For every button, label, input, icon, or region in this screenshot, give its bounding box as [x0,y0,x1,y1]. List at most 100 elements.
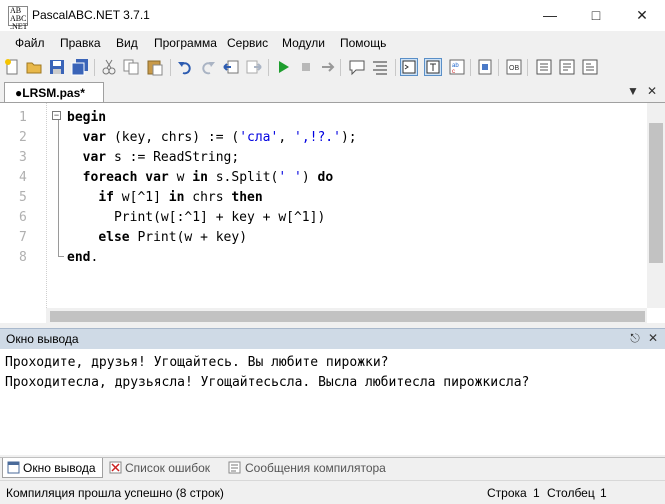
code-editor[interactable]: 1 2 3 4 5 6 7 8 − begin var (key, chrs) … [0,103,665,325]
tab-compiler-messages[interactable]: Сообщения компилятора [224,458,400,478]
code-text: Print(w + key) [129,230,248,245]
redo-icon[interactable] [199,58,217,76]
cut-icon[interactable] [100,58,118,76]
properties-icon[interactable] [476,58,494,76]
app-logo-icon: AB ABC .NET [8,6,28,31]
tab-close-icon[interactable]: ✕ [645,84,659,98]
code-keyword: var [82,150,107,165]
run-icon[interactable] [274,58,292,76]
window-title: PascalABC.NET 3.7.1 [32,8,150,22]
code-text: ) [301,170,318,185]
line-number-gutter: 1 2 3 4 5 6 7 8 [0,103,46,308]
output-line: Проходите, друзья! Угощайтесь. Вы любите… [5,355,389,370]
comment-icon[interactable] [348,58,366,76]
line-number: 7 [19,230,27,245]
status-bar: Компиляция прошла успешно (8 строк) Стро… [0,480,665,504]
panel-close-icon[interactable]: ✕ [646,331,660,345]
menu-view[interactable]: Вид [116,36,138,50]
toolbar: ab c OB [0,55,665,80]
code-keyword: var [145,170,169,185]
code-keyword: foreach [82,170,138,185]
tab-output-window[interactable]: Окно вывода [2,458,103,478]
pin-icon[interactable]: ⎋ [628,331,642,345]
code-line: var (key, chrs) := ('сла', ',!?.'); [67,130,357,145]
line-number: 8 [19,250,27,265]
toolbar-separator [527,59,528,76]
menu-program[interactable]: Программа [154,36,217,50]
code-string: 'сла' [239,130,279,145]
menu-edit[interactable]: Правка [60,36,101,50]
toolbar-separator [268,59,269,76]
status-message: Компиляция прошла успешно (8 строк) [6,486,224,500]
cursor-column-label: Столбец [547,486,595,500]
error-list-icon [109,461,122,474]
debug-step-into-icon[interactable] [535,58,553,76]
cursor-row-value: 1 [533,486,540,500]
fold-guide [58,120,59,257]
line-number: 3 [19,150,27,165]
close-button[interactable]: ✕ [619,0,665,31]
horizontal-scroll-thumb[interactable] [50,311,645,322]
compiler-messages-icon [228,461,241,474]
cursor-column-value: 1 [600,486,607,500]
new-file-icon[interactable] [3,58,21,76]
code-keyword: in [192,170,208,185]
output-window-icon [7,461,20,474]
tab-output-window-label: Окно вывода [23,461,96,475]
code-line: begin [67,110,106,125]
file-tab-strip: ●LRSM.pas* ▼ ✕ [0,82,665,103]
tab-error-list[interactable]: Список ошибок [106,458,221,478]
paste-icon[interactable] [146,58,164,76]
code-template-icon[interactable]: OB [505,58,523,76]
minimize-button[interactable]: — [527,0,573,31]
tab-list-dropdown-icon[interactable]: ▼ [626,84,640,98]
open-icon[interactable] [25,58,43,76]
menu-modules[interactable]: Модули [282,36,325,50]
copy-icon[interactable] [122,58,140,76]
code-keyword: else [98,230,130,245]
undo-icon[interactable] [176,58,194,76]
output-panel-title: Окно вывода [6,332,79,346]
code-line: if w[^1] in chrs then [67,190,263,205]
console-window-icon[interactable] [400,58,418,76]
check-icon[interactable]: ab c [448,58,466,76]
output-window[interactable]: Проходите, друзья! Угощайтесь. Вы любите… [0,349,665,455]
tab-compiler-messages-label: Сообщения компилятора [245,461,386,475]
save-icon[interactable] [48,58,66,76]
fold-collapse-icon[interactable]: − [52,111,61,120]
navigate-back-icon[interactable] [222,58,240,76]
code-line: Print(w[:^1] + key + w[^1]) [67,210,325,225]
file-tab-label: ●LRSM.pas* [15,86,85,100]
debug-step-out-icon[interactable] [581,58,599,76]
code-keyword: then [231,190,263,205]
gutter-separator [46,103,48,308]
line-number: 2 [19,130,27,145]
svg-text:c: c [452,69,455,75]
code-keyword: begin [67,110,107,125]
step-icon[interactable] [318,58,336,76]
debug-step-over-icon[interactable] [558,58,576,76]
code-keyword: var [82,130,107,145]
save-all-icon[interactable] [71,58,89,76]
menu-help[interactable]: Помощь [340,36,386,50]
menu-service[interactable]: Сервис [227,36,268,50]
code-text: chrs [184,190,232,205]
code-text: w [168,170,193,185]
text-window-icon[interactable] [424,58,442,76]
code-text: ); [340,130,357,145]
toolbar-separator [94,59,95,76]
stop-icon[interactable] [297,58,315,76]
format-icon[interactable] [371,58,389,76]
code-keyword: end [67,250,91,265]
navigate-forward-icon[interactable] [245,58,263,76]
cursor-row-label: Строка [487,486,527,500]
vertical-scroll-thumb[interactable] [649,123,663,263]
file-tab[interactable]: ●LRSM.pas* [4,82,104,102]
maximize-button[interactable]: □ [573,0,619,31]
menu-file[interactable]: Файл [15,36,45,50]
output-panel-header: Окно вывода ⎋ ✕ [0,328,665,350]
